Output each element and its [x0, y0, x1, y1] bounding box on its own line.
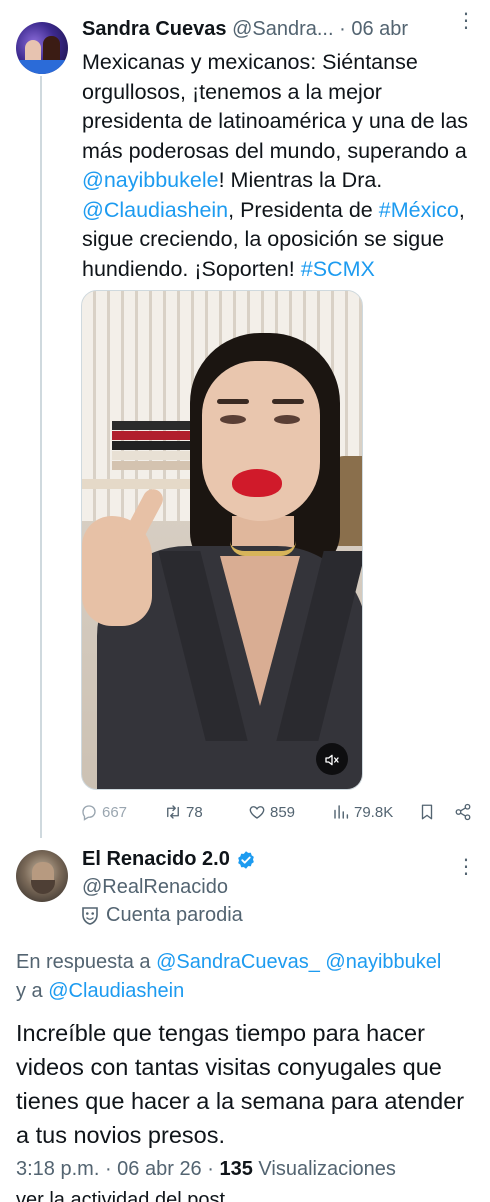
tweet-text-part: Mexicanas y mexicanos: Siéntanse orgullo… [82, 50, 469, 163]
cut-off-text: ver la actividad del post [16, 1190, 226, 1202]
heart-icon [249, 806, 265, 819]
tweet-header: Sandra Cuevas @Sandra... · 06 abr [82, 18, 476, 44]
reply-icon [82, 805, 96, 821]
avatar-figure-base [16, 60, 68, 74]
video-person-face [202, 361, 320, 521]
retweet-count: 78 [186, 803, 203, 821]
mention-link[interactable]: @nayibbukele [82, 168, 219, 192]
author-handle[interactable]: @Sandra... [232, 18, 333, 40]
bookmark-button[interactable] [418, 800, 436, 824]
video-book [112, 431, 192, 440]
reply-author-name-row: El Renacido 2.0 [82, 848, 256, 871]
reply-count: 667 [102, 803, 128, 821]
author-avatar[interactable] [16, 22, 68, 74]
tweet-text-part: ! Mientras la Dra. [218, 168, 383, 192]
bookmark-icon [421, 804, 433, 820]
video-book [112, 451, 202, 460]
tweet-date[interactable]: 06 abr [351, 18, 408, 40]
reply-text: Increíble que tengas tiempo para hacer v… [16, 1020, 465, 1148]
tweet-text-part: , Presidenta de [228, 197, 379, 222]
reply-button[interactable]: 667 [80, 800, 127, 824]
hashtag-link[interactable]: #México [379, 198, 459, 222]
views-button[interactable]: 79.8K [332, 800, 393, 824]
video-person-brow [217, 399, 249, 404]
replying-and: y a [16, 980, 49, 1002]
tweet-action-bar: 667 78 859 79.8K [80, 800, 480, 824]
views-count: 79.8K [354, 803, 394, 821]
mute-icon-glyph [325, 754, 339, 766]
views-icon [334, 805, 349, 819]
reply-views-count: 135 [219, 1158, 253, 1180]
more-icon[interactable]: ⋮ [454, 857, 478, 886]
more-icon[interactable]: ⋮ [454, 11, 478, 40]
reply-meta: 3:18 p.m. · 06 abr 26 · 135 Visualizacio… [16, 1158, 396, 1180]
reply-author-handle[interactable]: @RealRenacido [82, 876, 228, 899]
parody-label: Cuenta parodia [106, 904, 243, 926]
reply-date[interactable]: 06 abr 26 [117, 1158, 202, 1180]
reply-time[interactable]: 3:18 p.m. [16, 1158, 99, 1180]
video-person-eye [220, 415, 246, 424]
author-name[interactable]: Sandra Cuevas [82, 18, 227, 40]
video-book [112, 441, 192, 450]
retweet-icon [167, 805, 179, 819]
video-person-necklace [230, 541, 296, 556]
reply-author-name[interactable]: El Renacido 2.0 [82, 848, 230, 871]
reply-views-label: Visualizaciones [258, 1158, 396, 1180]
video-person-lips [232, 469, 282, 497]
mention-link[interactable]: @Claudiashein [82, 198, 228, 222]
retweet-button[interactable]: 78 [164, 800, 203, 824]
parody-label-row: Cuenta parodia [82, 904, 243, 927]
like-button[interactable]: 859 [248, 800, 295, 824]
separator-dot: · [339, 18, 352, 40]
verified-badge-icon[interactable] [236, 850, 256, 870]
share-button[interactable] [454, 800, 472, 824]
parody-mask-icon [82, 906, 98, 925]
replying-to: En respuesta a @SandraCuevas_ @nayibbuke… [16, 948, 486, 1006]
tweet-text: Mexicanas y mexicanos: Siéntanse orgullo… [82, 48, 482, 284]
reply-author-avatar[interactable] [16, 850, 68, 902]
mute-icon[interactable] [316, 743, 348, 775]
video-person-brow [272, 399, 304, 404]
avatar-beard [31, 880, 55, 894]
mention-link[interactable]: @nayibbukel [325, 951, 441, 973]
tweet-video[interactable] [81, 290, 363, 790]
hashtag-link[interactable]: #SCMX [301, 257, 375, 281]
mention-link[interactable]: @Claudiashein [48, 980, 184, 1002]
thread-connector-line [40, 76, 42, 838]
video-book [112, 421, 192, 430]
share-icon [455, 803, 471, 821]
replying-prefix: En respuesta a [16, 951, 157, 973]
like-count: 859 [270, 803, 296, 821]
video-person-eye [274, 415, 300, 424]
mention-link[interactable]: @SandraCuevas_ [156, 951, 320, 973]
